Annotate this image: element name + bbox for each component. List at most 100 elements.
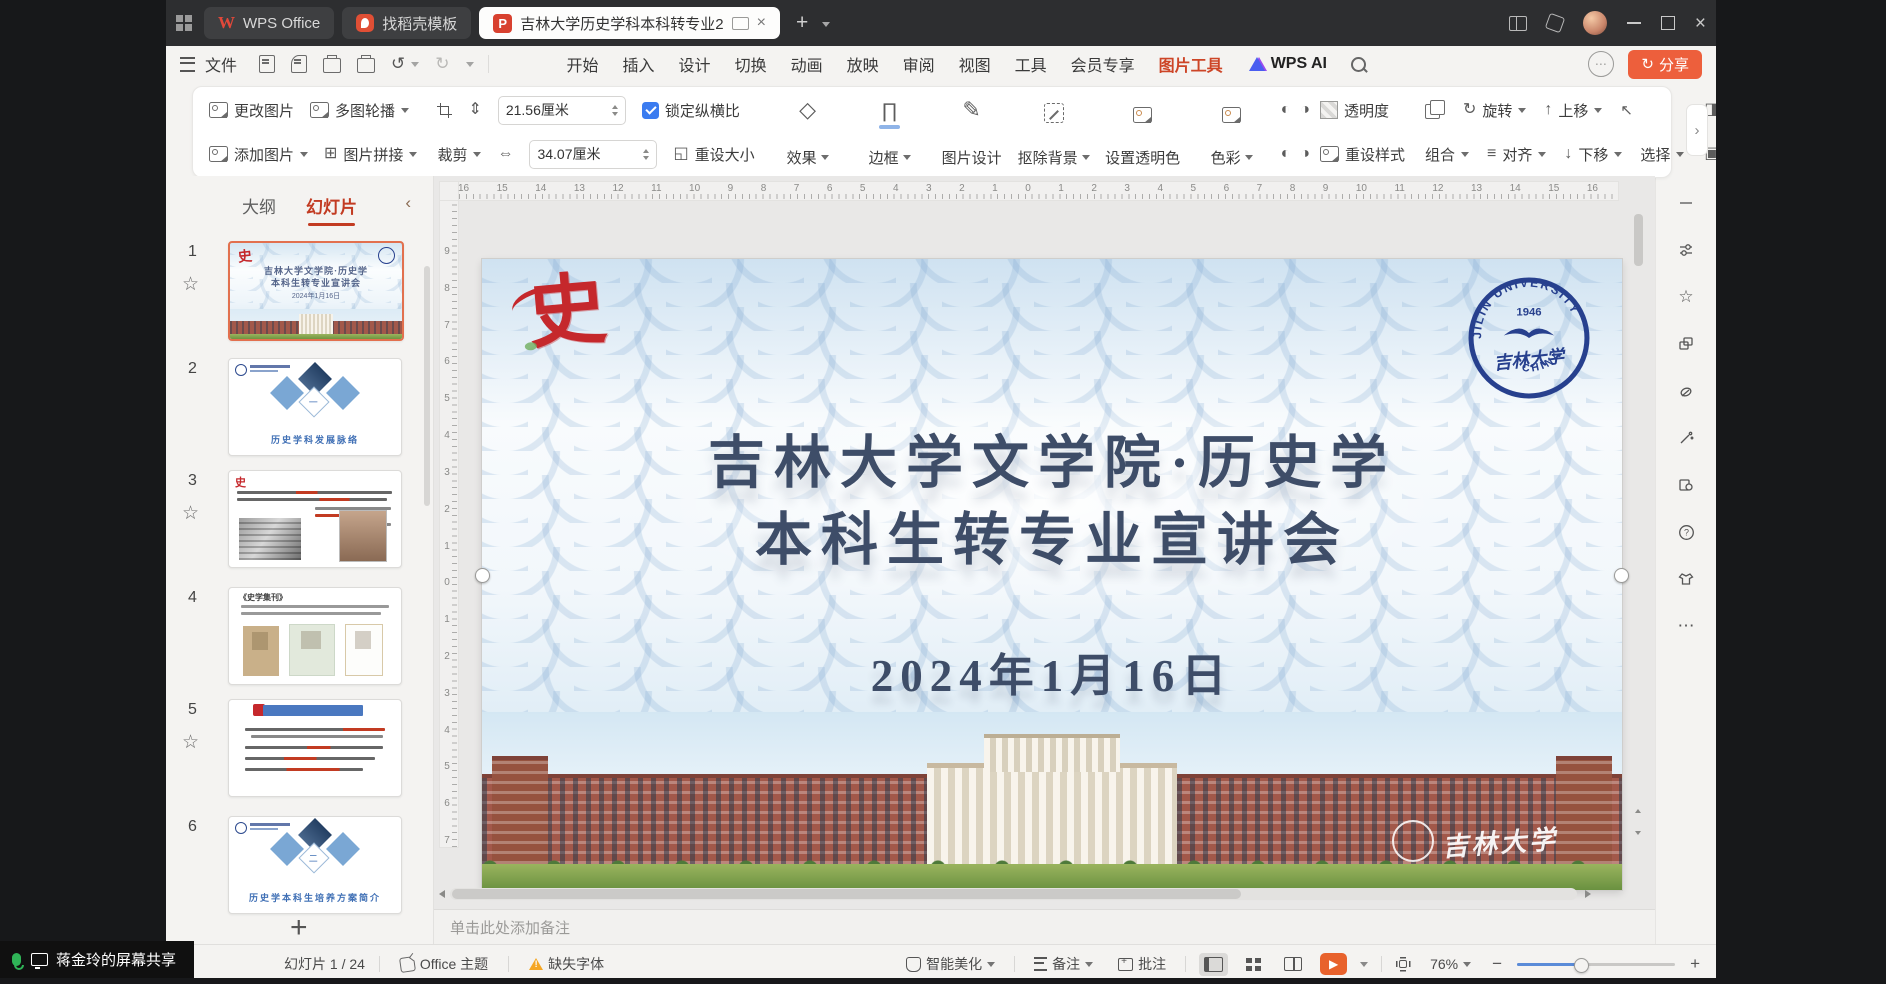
smart-beautify-button[interactable]: 智能美化	[900, 953, 1001, 975]
menu-item[interactable]: 工具	[1015, 52, 1047, 76]
height-down-icon[interactable]	[612, 112, 618, 116]
next-slide-button[interactable]	[1631, 826, 1645, 840]
slide-editor[interactable]: 史 JILIN UNIVERSITY · CHINA ·	[482, 259, 1622, 890]
slide-thumbnail-4[interactable]: 《史学集刊》	[228, 587, 402, 685]
add-picture-button[interactable]: 添加图片	[209, 144, 308, 165]
change-picture-button[interactable]: 更改图片	[209, 100, 294, 121]
quick-access-dropdown[interactable]	[466, 62, 474, 67]
redo-icon[interactable]: ↻	[435, 54, 449, 74]
slide-thumbnail-1[interactable]: 史 吉林大学文学院·历史学本科生转专业宣讲会 2024年1月16日	[228, 241, 404, 341]
help-icon[interactable]: ?	[1673, 521, 1699, 543]
height-input[interactable]: 21.56厘米	[498, 96, 626, 125]
collapse-panel-button[interactable]: ‹	[399, 192, 417, 214]
output-icon[interactable]	[291, 55, 307, 73]
slide-sorter-view-button[interactable]	[1241, 954, 1266, 975]
align-button[interactable]: ≡ 对齐	[1487, 144, 1546, 165]
collapse-rail-icon[interactable]	[1673, 192, 1699, 214]
slide-thumbnail-2[interactable]: 一 历史学科发展脉络	[228, 358, 402, 456]
copy-shapes-icon[interactable]	[1673, 333, 1699, 355]
menu-item[interactable]: 审阅	[903, 52, 935, 76]
transparency-button[interactable]: 透明度	[1320, 100, 1389, 121]
remove-background-button[interactable]: 抠除背景	[1013, 92, 1095, 172]
theme-button[interactable]: Office 主题	[394, 953, 494, 975]
contrast-up-icon[interactable]: ◐	[1281, 146, 1291, 162]
menu-picture-tools[interactable]: 图片工具	[1159, 52, 1223, 76]
star-icon[interactable]: ☆	[182, 731, 199, 754]
split-view-icon[interactable]	[1509, 16, 1527, 31]
slide-title[interactable]: 吉林大学文学院·历史学 本科生转专业宣讲会	[482, 425, 1622, 579]
minimize-button[interactable]	[1627, 22, 1641, 24]
adjust-sliders-icon[interactable]	[1673, 239, 1699, 261]
menu-item[interactable]: 切换	[735, 52, 767, 76]
crop-button[interactable]: 裁剪	[437, 144, 481, 165]
reading-search-icon[interactable]	[1673, 474, 1699, 496]
contrast-down-icon[interactable]: ◑	[1300, 146, 1310, 162]
ribbon-expand-button[interactable]: ›	[1686, 104, 1708, 156]
scroll-left-icon[interactable]	[439, 890, 445, 898]
close-window-button[interactable]: ×	[1695, 14, 1706, 33]
file-menu[interactable]: 文件	[180, 52, 237, 76]
select-cursor-icon[interactable]: ↖	[1620, 101, 1633, 119]
slide-thumbnail-5[interactable]	[228, 699, 402, 797]
slideshow-play-button[interactable]: ▶	[1320, 953, 1347, 975]
missing-font-button[interactable]: 缺失字体	[523, 953, 610, 975]
menu-item[interactable]: 插入	[623, 52, 655, 76]
close-tab-icon[interactable]: ×	[757, 15, 766, 31]
stacked-windows-icon[interactable]	[1545, 13, 1566, 34]
zoom-slider-knob[interactable]	[1574, 958, 1589, 973]
menu-item[interactable]: 动画	[791, 52, 823, 76]
lock-aspect-checkbox[interactable]: 锁定纵横比	[642, 100, 740, 121]
canvas-vertical-scrollbar[interactable]	[1634, 188, 1643, 828]
menu-item[interactable]: 放映	[847, 52, 879, 76]
reset-size-button[interactable]: ◱ 重设大小	[673, 144, 754, 165]
height-up-icon[interactable]	[612, 105, 618, 109]
add-slide-button[interactable]: +	[284, 912, 314, 944]
zoom-level-button[interactable]: 76%	[1424, 955, 1477, 973]
normal-view-button[interactable]	[1199, 953, 1228, 976]
move-up-button[interactable]: ↑ 上移	[1544, 100, 1602, 121]
print-icon[interactable]	[323, 58, 341, 73]
tab-docer-templates[interactable]: 找稻壳模板	[342, 7, 471, 39]
magic-wand-icon[interactable]	[1673, 427, 1699, 449]
effects-button[interactable]: ◇ 效果	[767, 92, 849, 172]
campus-photo[interactable]: 吉林大学	[482, 712, 1622, 890]
zoom-out-button[interactable]: −	[1490, 954, 1504, 974]
menu-item[interactable]: 视图	[959, 52, 991, 76]
menu-item[interactable]: 会员专享	[1071, 52, 1135, 76]
app-grid-icon[interactable]	[176, 15, 192, 31]
more-options-icon[interactable]: ⋯	[1673, 615, 1699, 637]
group-shapes-icon[interactable]	[1425, 104, 1440, 119]
screen-share-badge[interactable]: 蒋金玲的屏幕共享	[0, 941, 194, 978]
undo-button[interactable]: ↺	[391, 54, 419, 74]
zoom-in-button[interactable]: +	[1688, 954, 1702, 974]
share-button[interactable]: ↻ 分享	[1628, 50, 1702, 79]
tab-outline[interactable]: 大纲	[242, 193, 276, 218]
save-icon[interactable]	[259, 55, 275, 73]
brightness-down-icon[interactable]: ◑	[1300, 102, 1310, 118]
comments-button[interactable]: 批注	[1112, 953, 1172, 975]
color-button[interactable]: 色彩	[1191, 92, 1273, 172]
eco-leaf-icon[interactable]	[1673, 380, 1699, 402]
star-icon[interactable]: ☆	[182, 502, 199, 525]
menu-item[interactable]: 开始	[567, 52, 599, 76]
tab-current-presentation[interactable]: P 吉林大学历史学科本科转专业2 ×	[479, 7, 780, 39]
picture-design-button[interactable]: ✎ 图片设计	[931, 92, 1013, 172]
panel-scrollbar[interactable]	[424, 266, 430, 506]
width-up-icon[interactable]	[643, 149, 649, 153]
new-tab-button[interactable]: +	[796, 11, 808, 35]
canvas-horizontal-scrollbar[interactable]	[450, 888, 1577, 900]
fit-to-window-icon[interactable]	[1395, 956, 1411, 972]
reset-style-button[interactable]: 重设样式	[1320, 144, 1405, 165]
tab-wps-office[interactable]: W WPS Office	[204, 7, 334, 39]
zoom-slider[interactable]	[1517, 963, 1675, 966]
width-down-icon[interactable]	[643, 156, 649, 160]
selection-handle-left[interactable]	[475, 568, 490, 583]
group-button[interactable]: 组合	[1425, 144, 1469, 165]
border-button[interactable]: ∏ 边框	[849, 92, 931, 172]
menu-item[interactable]: 设计	[679, 52, 711, 76]
slide-date[interactable]: 2024年1月16日	[482, 639, 1622, 704]
search-icon[interactable]	[1351, 57, 1366, 72]
cloud-service-icon[interactable]: ⋯	[1588, 51, 1614, 77]
collage-button[interactable]: ⊞ 图片拼接	[324, 144, 417, 165]
avatar[interactable]	[1583, 11, 1607, 35]
